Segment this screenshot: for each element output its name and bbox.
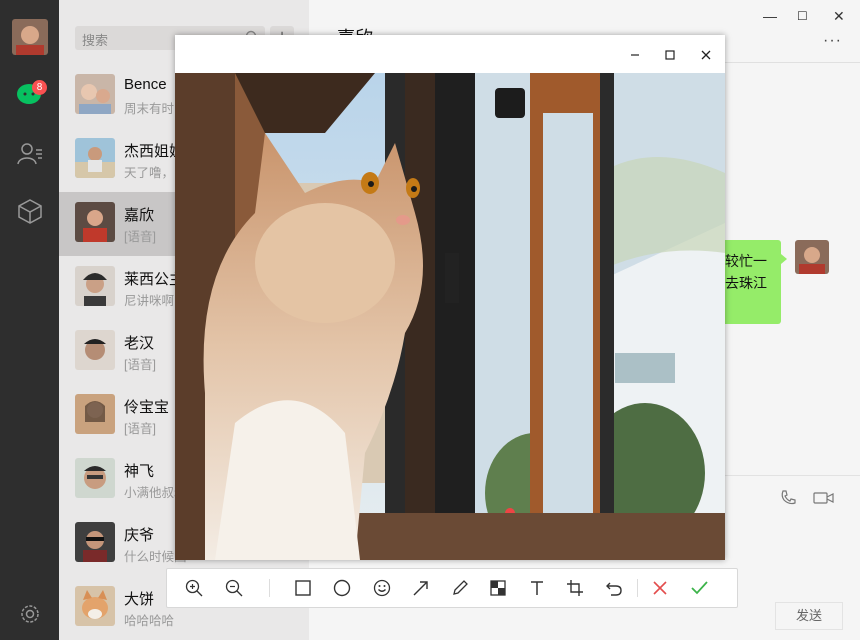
phone-icon[interactable] <box>779 489 797 507</box>
contact-last-message: [语音] <box>124 358 156 372</box>
contact-name: 神飞 <box>124 463 155 480</box>
crop-tool-icon[interactable] <box>565 578 585 598</box>
avatar <box>75 394 115 434</box>
contact-name: Bence <box>124 76 167 93</box>
cancel-icon[interactable] <box>650 578 670 598</box>
viewer-minimize-icon[interactable] <box>629 49 641 61</box>
undo-icon[interactable] <box>604 578 624 598</box>
contact-name: 嘉欣 <box>124 207 155 224</box>
settings-icon[interactable] <box>16 600 44 628</box>
contact-name: 大饼 <box>124 591 155 608</box>
more-options-button[interactable]: ··· <box>823 32 842 50</box>
image-viewer-window <box>175 35 725 560</box>
arrow-tool-icon[interactable] <box>411 578 431 598</box>
sidebar: 8 <box>0 0 59 640</box>
emoji-tool-icon[interactable] <box>372 578 392 598</box>
contact-last-message: 尼讲咪啊 <box>124 294 175 308</box>
ellipse-tool-icon[interactable] <box>332 578 352 598</box>
avatar <box>75 266 115 306</box>
contact-last-message: 天了噜， <box>124 166 175 180</box>
unread-badge: 8 <box>32 80 47 95</box>
cat-photo <box>175 73 725 560</box>
self-avatar[interactable] <box>795 240 829 274</box>
contact-last-message: [语音] <box>124 422 156 436</box>
favorites-box-icon[interactable] <box>16 197 44 225</box>
avatar <box>75 138 115 178</box>
confirm-icon[interactable] <box>689 578 709 598</box>
mosaic-tool-icon[interactable] <box>488 578 508 598</box>
contacts-icon[interactable] <box>16 140 44 168</box>
message-text-line: 去珠江 <box>725 275 767 291</box>
contact-last-message: [语音] <box>124 230 156 244</box>
avatar <box>75 74 115 114</box>
image-edit-toolbar <box>166 568 738 608</box>
toolbar-separator <box>269 579 270 597</box>
zoom-in-icon[interactable] <box>184 578 204 598</box>
avatar <box>75 522 115 562</box>
rectangle-tool-icon[interactable] <box>293 578 313 598</box>
zoom-out-icon[interactable] <box>224 578 244 598</box>
contact-name: 庆爷 <box>124 527 155 544</box>
toolbar-separator <box>637 579 638 597</box>
close-button[interactable]: ✕ <box>833 8 845 25</box>
pen-tool-icon[interactable] <box>450 578 470 598</box>
search-placeholder: 搜索 <box>82 33 109 48</box>
viewer-maximize-icon[interactable] <box>664 49 676 61</box>
contact-name: 老汉 <box>124 335 155 352</box>
message-text-line: 较忙一 <box>725 253 767 269</box>
contact-last-message: 哈哈哈哈 <box>124 614 175 628</box>
viewer-titlebar <box>175 35 725 73</box>
send-button[interactable]: 发送 <box>775 602 843 630</box>
avatar <box>75 330 115 370</box>
message-bubble[interactable]: 较忙一 去珠江 <box>719 240 787 324</box>
contact-name: 伶宝宝 <box>124 399 170 416</box>
avatar <box>75 458 115 498</box>
video-call-icon[interactable] <box>813 490 835 506</box>
avatar <box>75 586 115 626</box>
viewer-close-icon[interactable] <box>700 49 712 61</box>
minimize-button[interactable]: — <box>763 8 777 24</box>
maximize-button[interactable]: ☐ <box>797 9 808 23</box>
text-tool-icon[interactable] <box>527 578 547 598</box>
user-avatar[interactable] <box>12 19 48 55</box>
avatar <box>75 202 115 242</box>
